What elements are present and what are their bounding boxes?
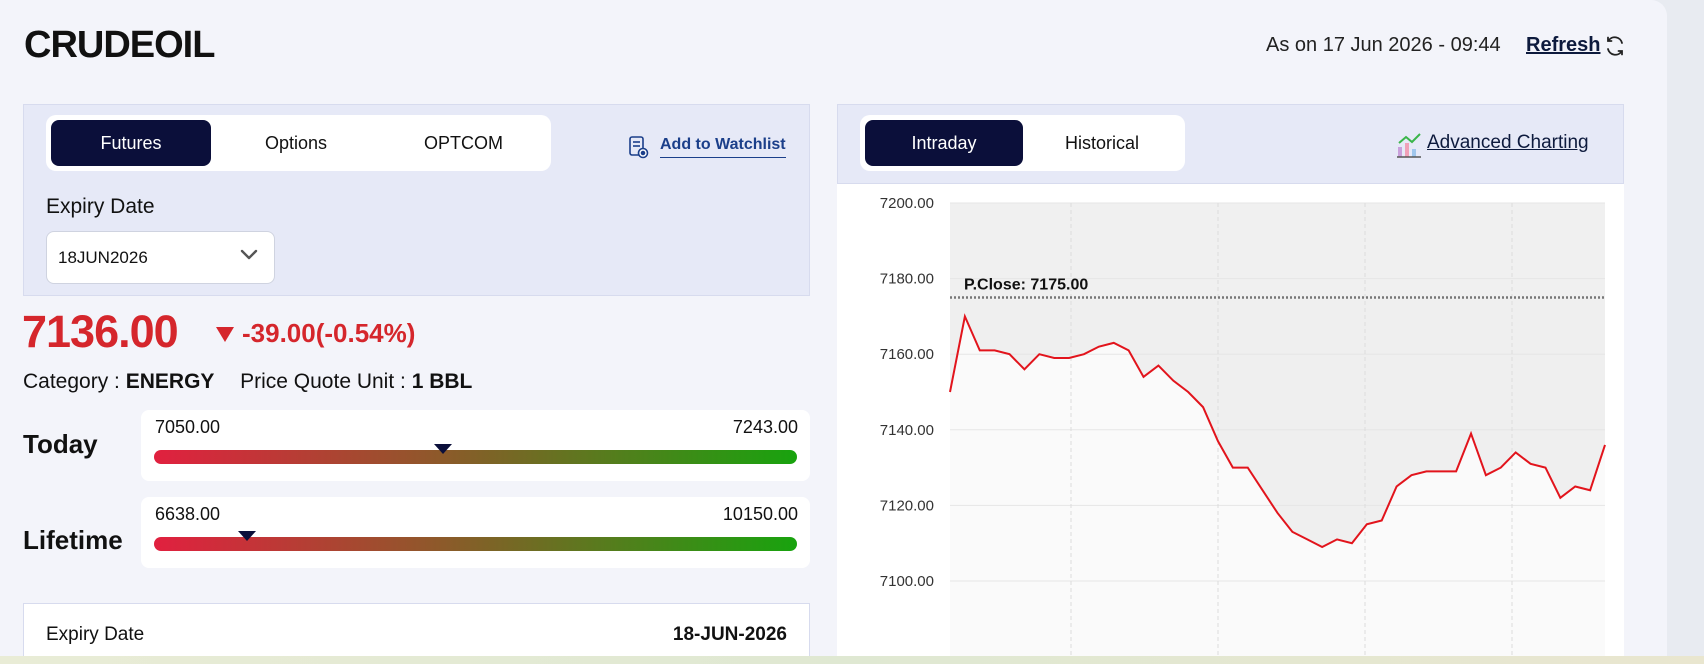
tab-options[interactable]: Options <box>216 120 376 166</box>
unit-label: Price Quote Unit : <box>240 370 406 393</box>
lifetime-range: 6638.00 10150.00 <box>141 497 810 568</box>
instrument-card: CRUDEOIL As on 17 Jun 2026 - 09:44 Refre… <box>0 0 1667 656</box>
contract-details: Expiry Date 18-JUN-2026 <box>23 603 810 656</box>
details-expiry-label: Expiry Date <box>46 624 145 645</box>
details-expiry-value: 18-JUN-2026 <box>672 624 787 645</box>
prev-close-label: P.Close: 7175.00 <box>964 277 1088 294</box>
category-line: Category : ENERGY Price Quote Unit : 1 B… <box>23 370 472 394</box>
y-tick-label: 7140.00 <box>880 422 934 439</box>
tab-futures[interactable]: Futures <box>51 120 211 166</box>
intraday-chart-svg: 7200.00 7180.00 7160.00 7140.00 7120.00 7100.… <box>880 195 1606 656</box>
y-tick-label: 7180.00 <box>880 271 934 288</box>
today-range-marker <box>434 444 453 454</box>
add-to-watchlist-link[interactable]: Add to Watchlist <box>660 136 786 158</box>
today-low: 7050.00 <box>155 417 221 437</box>
price-change: -39.00(-0.54%) <box>216 318 415 349</box>
refresh-button[interactable]: Refresh <box>1526 34 1600 57</box>
tab-historical[interactable]: Historical <box>1023 120 1181 166</box>
category-value: ENERGY <box>125 370 215 393</box>
refresh-icon[interactable] <box>1603 34 1627 58</box>
lifetime-low: 6638.00 <box>155 504 221 524</box>
lifetime-label: Lifetime <box>23 525 123 555</box>
advanced-charting-link[interactable]: Advanced Charting <box>1427 132 1589 154</box>
category-label: Category : <box>23 370 120 393</box>
expiry-date-value: 18JUN2026 <box>58 247 148 267</box>
watchlist-icon[interactable] <box>628 135 650 159</box>
y-tick-label: 7160.00 <box>880 346 934 363</box>
today-high: 7243.00 <box>732 417 798 437</box>
as-on-timestamp: As on 17 Jun 2026 - 09:44 <box>1266 34 1501 56</box>
unit-value: 1 BBL <box>411 370 473 393</box>
chevron-down-icon <box>240 249 258 260</box>
today-label: Today <box>23 429 98 459</box>
last-price: 7136.00 <box>22 306 179 357</box>
chart-period-tabs: Intraday Historical <box>860 115 1185 171</box>
tab-optcom[interactable]: OPTCOM <box>381 120 546 166</box>
bottom-strip <box>0 656 1704 664</box>
down-arrow-icon <box>216 326 234 342</box>
expiry-date-label: Expiry Date <box>46 195 155 218</box>
y-tick-label: 7200.00 <box>880 195 934 212</box>
y-tick-label: 7120.00 <box>880 497 934 514</box>
today-range-bar <box>154 450 797 464</box>
price-change-value: -39.00(-0.54%) <box>242 318 416 348</box>
intraday-chart: 7200.00 7180.00 7160.00 7140.00 7120.00 7100.… <box>837 184 1624 656</box>
lifetime-range-marker <box>238 531 257 541</box>
expiry-date-select[interactable]: 18JUN2026 <box>46 231 275 284</box>
y-tick-label: 7100.00 <box>880 573 934 590</box>
tab-intraday[interactable]: Intraday <box>865 120 1023 166</box>
page-title: CRUDEOIL <box>24 24 215 66</box>
today-range: 7050.00 7243.00 <box>141 410 810 481</box>
instrument-type-tabs: Futures Options OPTCOM <box>46 115 551 171</box>
chart-icon[interactable] <box>1395 131 1423 159</box>
lifetime-high: 10150.00 <box>722 504 798 524</box>
